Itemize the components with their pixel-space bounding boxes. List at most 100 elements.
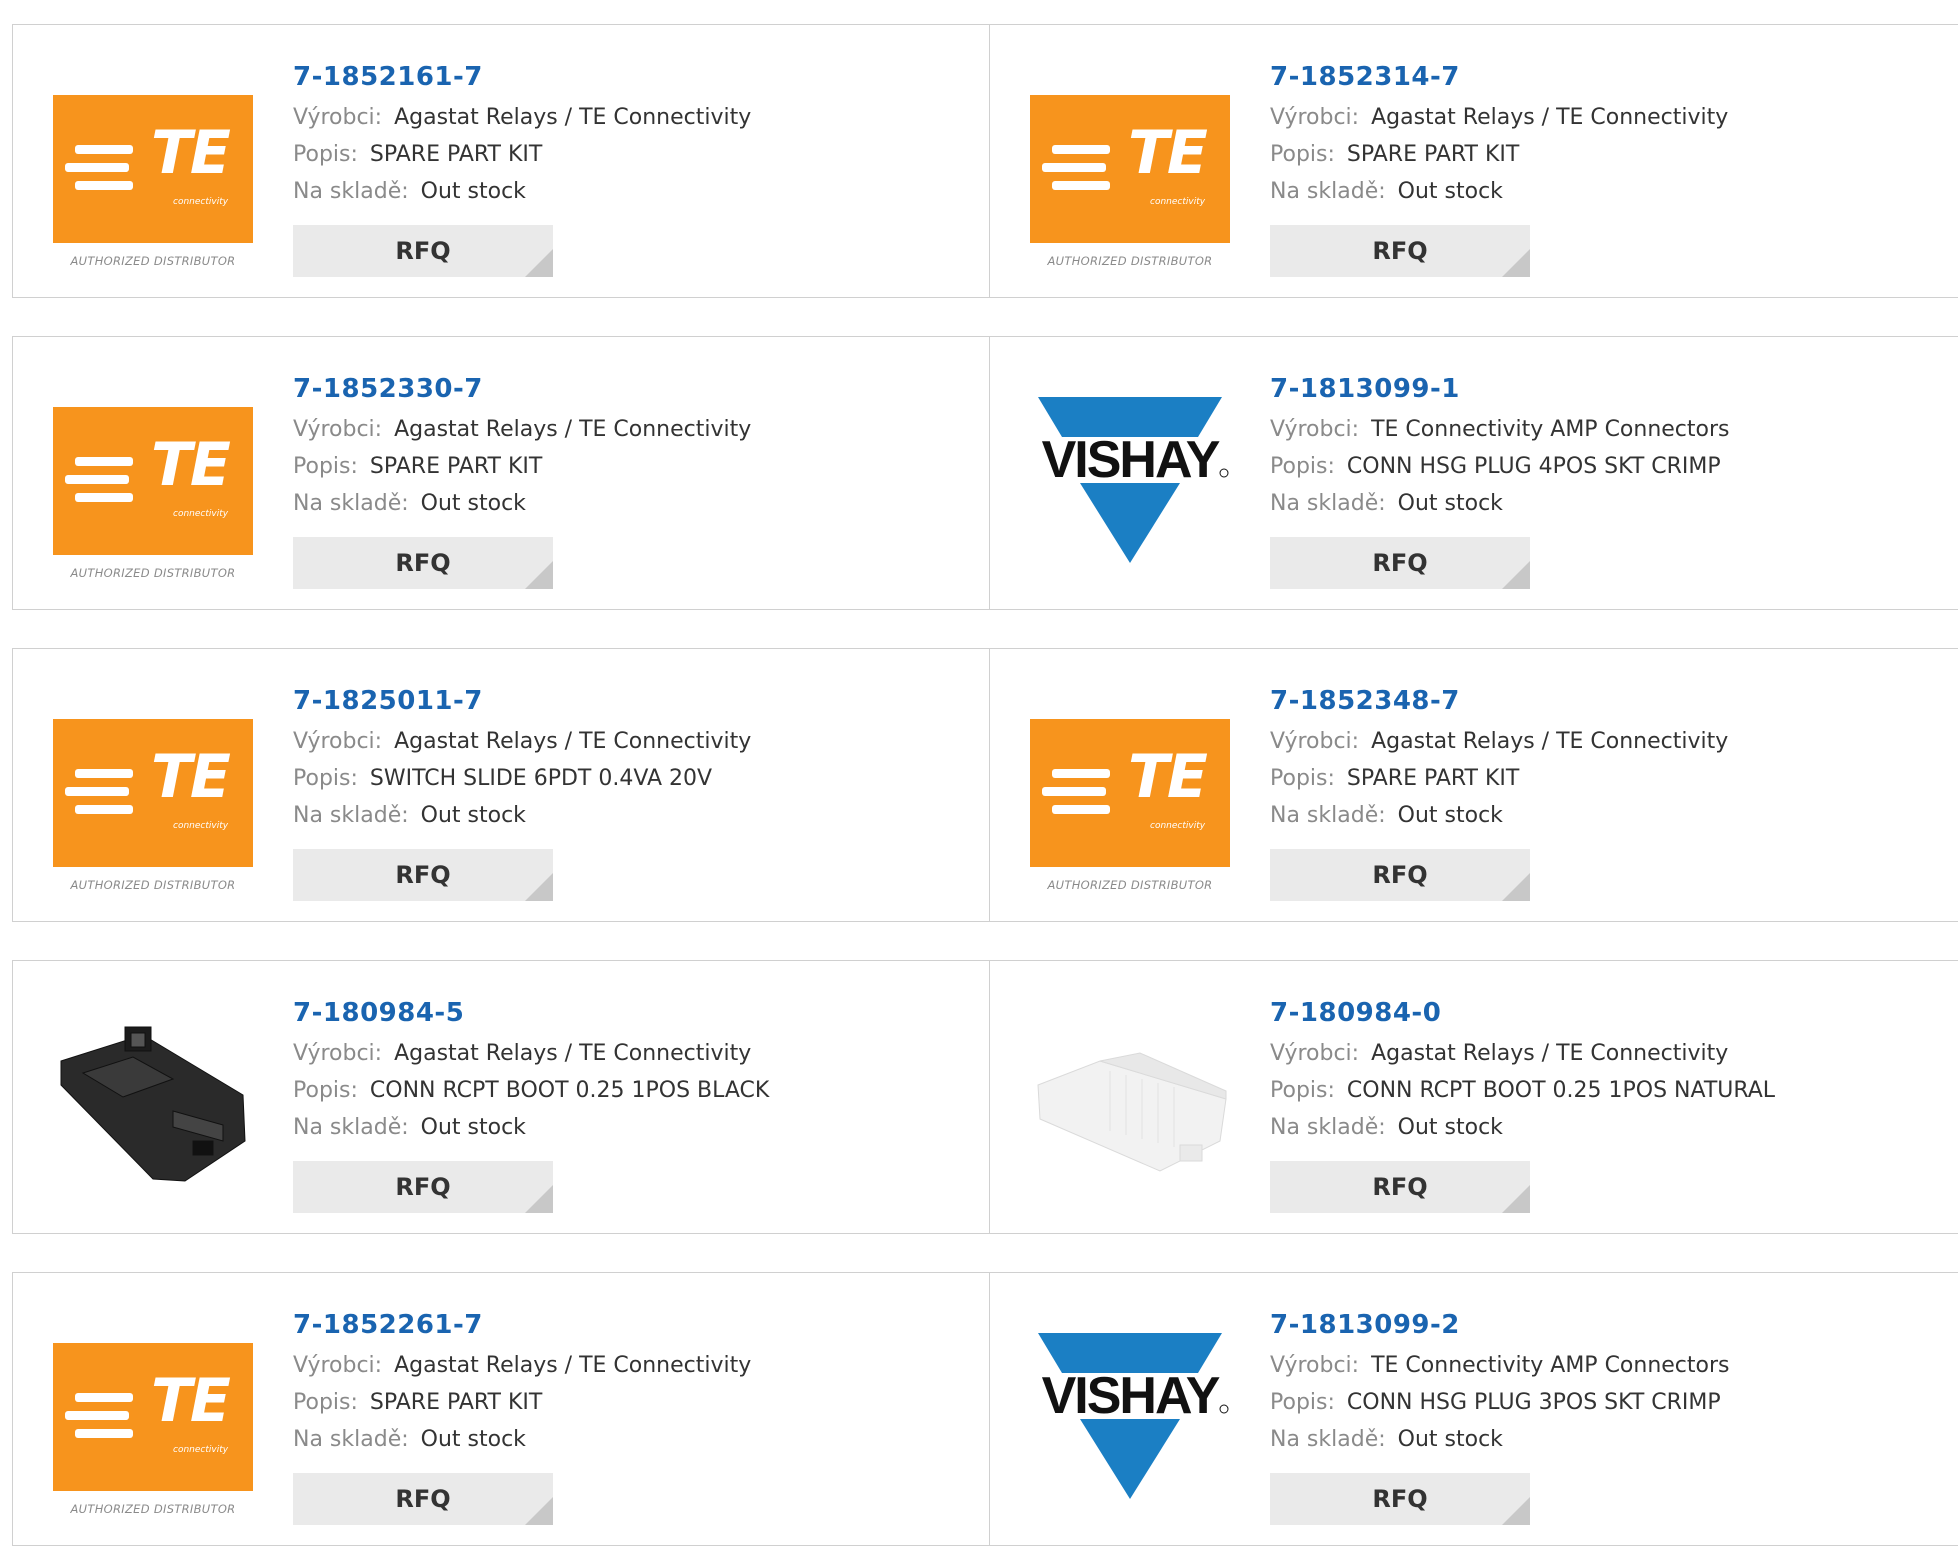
manufacturer-row: Výrobci: Agastat Relays / TE Connectivity xyxy=(293,411,751,448)
rfq-button[interactable]: RFQ xyxy=(293,537,553,589)
description-label: Popis: xyxy=(1270,142,1335,167)
rfq-button[interactable]: RFQ xyxy=(1270,1161,1530,1213)
stock-row: Na skladě: Out stock xyxy=(293,173,751,210)
description-row: Popis: SPARE PART KIT xyxy=(1270,136,1728,173)
stock-value: Out stock xyxy=(420,1115,526,1140)
vishay-logo-text: VISHAY xyxy=(1042,1367,1220,1425)
corner-triangle-icon xyxy=(1502,249,1530,277)
stock-row: Na skladě: Out stock xyxy=(1270,1109,1775,1146)
te-logo-letters: TE xyxy=(1128,742,1208,812)
description-row: Popis: SWITCH SLIDE 6PDT 0.4VA 20V xyxy=(293,760,751,797)
part-number-link[interactable]: 7-180984-0 xyxy=(1270,991,1775,1035)
te-logo-subtext: connectivity xyxy=(173,1445,229,1455)
manufacturer-label: Výrobci: xyxy=(293,417,383,442)
te-logo-subtext: connectivity xyxy=(1150,821,1206,831)
authorized-distributor-text: AUTHORIZED DISTRIBUTOR xyxy=(1047,878,1213,892)
rfq-button[interactable]: RFQ xyxy=(293,1473,553,1525)
stock-label: Na skladě: xyxy=(293,179,409,204)
stock-row: Na skladě: Out stock xyxy=(293,1421,751,1458)
part-number-link[interactable]: 7-1852314-7 xyxy=(1270,55,1728,99)
te-logo-letters: TE xyxy=(151,742,231,812)
description-label: Popis: xyxy=(293,454,358,479)
stock-row: Na skladě: Out stock xyxy=(1270,797,1728,834)
manufacturer-value: TE Connectivity AMP Connectors xyxy=(1371,1353,1730,1378)
description-value: SWITCH SLIDE 6PDT 0.4VA 20V xyxy=(369,766,713,791)
stock-row: Na skladě: Out stock xyxy=(293,797,751,834)
rfq-button[interactable]: RFQ xyxy=(1270,537,1530,589)
corner-triangle-icon xyxy=(525,1185,553,1213)
description-value: SPARE PART KIT xyxy=(369,454,543,479)
te-logo-subtext: connectivity xyxy=(1150,197,1206,207)
rfq-button[interactable]: RFQ xyxy=(293,1161,553,1213)
manufacturer-label: Výrobci: xyxy=(1270,105,1360,130)
corner-triangle-icon xyxy=(1502,873,1530,901)
part-number-link[interactable]: 7-1852348-7 xyxy=(1270,679,1728,723)
stock-row: Na skladě: Out stock xyxy=(293,485,751,522)
stock-row: Na skladě: Out stock xyxy=(1270,485,1730,522)
product-card: TE connectivity AUTHORIZED DISTRIBUTOR 7… xyxy=(12,1272,990,1546)
part-number-link[interactable]: 7-1852330-7 xyxy=(293,367,751,411)
product-card: TE connectivity AUTHORIZED DISTRIBUTOR 7… xyxy=(12,336,990,610)
manufacturer-label: Výrobci: xyxy=(293,1353,383,1378)
description-value: SPARE PART KIT xyxy=(1346,766,1520,791)
rfq-button[interactable]: RFQ xyxy=(1270,1473,1530,1525)
rfq-button-label: RFQ xyxy=(1372,549,1428,577)
description-label: Popis: xyxy=(293,1390,358,1415)
product-row: TE connectivity AUTHORIZED DISTRIBUTOR 7… xyxy=(12,336,1958,610)
description-row: Popis: CONN RCPT BOOT 0.25 1POS NATURAL xyxy=(1270,1072,1775,1109)
part-number-link[interactable]: 7-180984-5 xyxy=(293,991,769,1035)
authorized-distributor-text: AUTHORIZED DISTRIBUTOR xyxy=(70,1502,236,1516)
authorized-distributor-text: AUTHORIZED DISTRIBUTOR xyxy=(70,254,236,268)
vishay-logo: VISHAY xyxy=(1030,397,1230,597)
description-row: Popis: SPARE PART KIT xyxy=(293,448,751,485)
part-number-link[interactable]: 7-1852161-7 xyxy=(293,55,751,99)
authorized-distributor-text: AUTHORIZED DISTRIBUTOR xyxy=(1047,254,1213,268)
rfq-button-label: RFQ xyxy=(1372,861,1428,889)
part-number-link[interactable]: 7-1825011-7 xyxy=(293,679,751,723)
rfq-button[interactable]: RFQ xyxy=(1270,225,1530,277)
description-row: Popis: SPARE PART KIT xyxy=(293,136,751,173)
manufacturer-label: Výrobci: xyxy=(1270,729,1360,754)
manufacturer-value: Agastat Relays / TE Connectivity xyxy=(1371,1041,1729,1066)
part-number-link[interactable]: 7-1852261-7 xyxy=(293,1303,751,1347)
description-label: Popis: xyxy=(293,1078,358,1103)
description-row: Popis: CONN HSG PLUG 4POS SKT CRIMP xyxy=(1270,448,1730,485)
manufacturer-row: Výrobci: Agastat Relays / TE Connectivity xyxy=(1270,1035,1775,1072)
stock-value: Out stock xyxy=(420,179,526,204)
stock-row: Na skladě: Out stock xyxy=(293,1109,769,1146)
manufacturer-label: Výrobci: xyxy=(293,729,383,754)
authorized-distributor-text: AUTHORIZED DISTRIBUTOR xyxy=(70,566,236,580)
manufacturer-label: Výrobci: xyxy=(293,1041,383,1066)
rfq-button[interactable]: RFQ xyxy=(293,849,553,901)
rfq-button-label: RFQ xyxy=(1372,237,1428,265)
te-connectivity-logo: TE connectivity AUTHORIZED DISTRIBUTOR xyxy=(53,719,253,919)
te-connectivity-logo: TE connectivity AUTHORIZED DISTRIBUTOR xyxy=(53,95,253,295)
part-number-link[interactable]: 7-1813099-1 xyxy=(1270,367,1730,411)
manufacturer-label: Výrobci: xyxy=(293,105,383,130)
te-logo-letters: TE xyxy=(151,118,231,188)
part-number-link[interactable]: 7-1813099-2 xyxy=(1270,1303,1730,1347)
corner-triangle-icon xyxy=(525,873,553,901)
stock-label: Na skladě: xyxy=(1270,1115,1386,1140)
stock-label: Na skladě: xyxy=(1270,1427,1386,1452)
rfq-button[interactable]: RFQ xyxy=(1270,849,1530,901)
product-row: TE connectivity AUTHORIZED DISTRIBUTOR 7… xyxy=(12,648,1958,922)
rfq-button[interactable]: RFQ xyxy=(293,225,553,277)
manufacturer-row: Výrobci: TE Connectivity AMP Connectors xyxy=(1270,1347,1730,1384)
manufacturer-row: Výrobci: Agastat Relays / TE Connectivity xyxy=(293,1035,769,1072)
te-logo-letters: TE xyxy=(151,430,231,500)
manufacturer-value: Agastat Relays / TE Connectivity xyxy=(1371,105,1729,130)
te-connectivity-logo: TE connectivity AUTHORIZED DISTRIBUTOR xyxy=(53,1343,253,1543)
manufacturer-row: Výrobci: Agastat Relays / TE Connectivity xyxy=(293,1347,751,1384)
stock-label: Na skladě: xyxy=(1270,179,1386,204)
te-logo-subtext: connectivity xyxy=(173,509,229,519)
rfq-button-label: RFQ xyxy=(395,1173,451,1201)
description-label: Popis: xyxy=(1270,1390,1335,1415)
manufacturer-value: Agastat Relays / TE Connectivity xyxy=(394,105,752,130)
description-value: CONN RCPT BOOT 0.25 1POS BLACK xyxy=(369,1078,770,1103)
corner-triangle-icon xyxy=(525,249,553,277)
rfq-button-label: RFQ xyxy=(395,549,451,577)
manufacturer-label: Výrobci: xyxy=(1270,417,1360,442)
rfq-button-label: RFQ xyxy=(395,861,451,889)
description-value: SPARE PART KIT xyxy=(369,142,543,167)
